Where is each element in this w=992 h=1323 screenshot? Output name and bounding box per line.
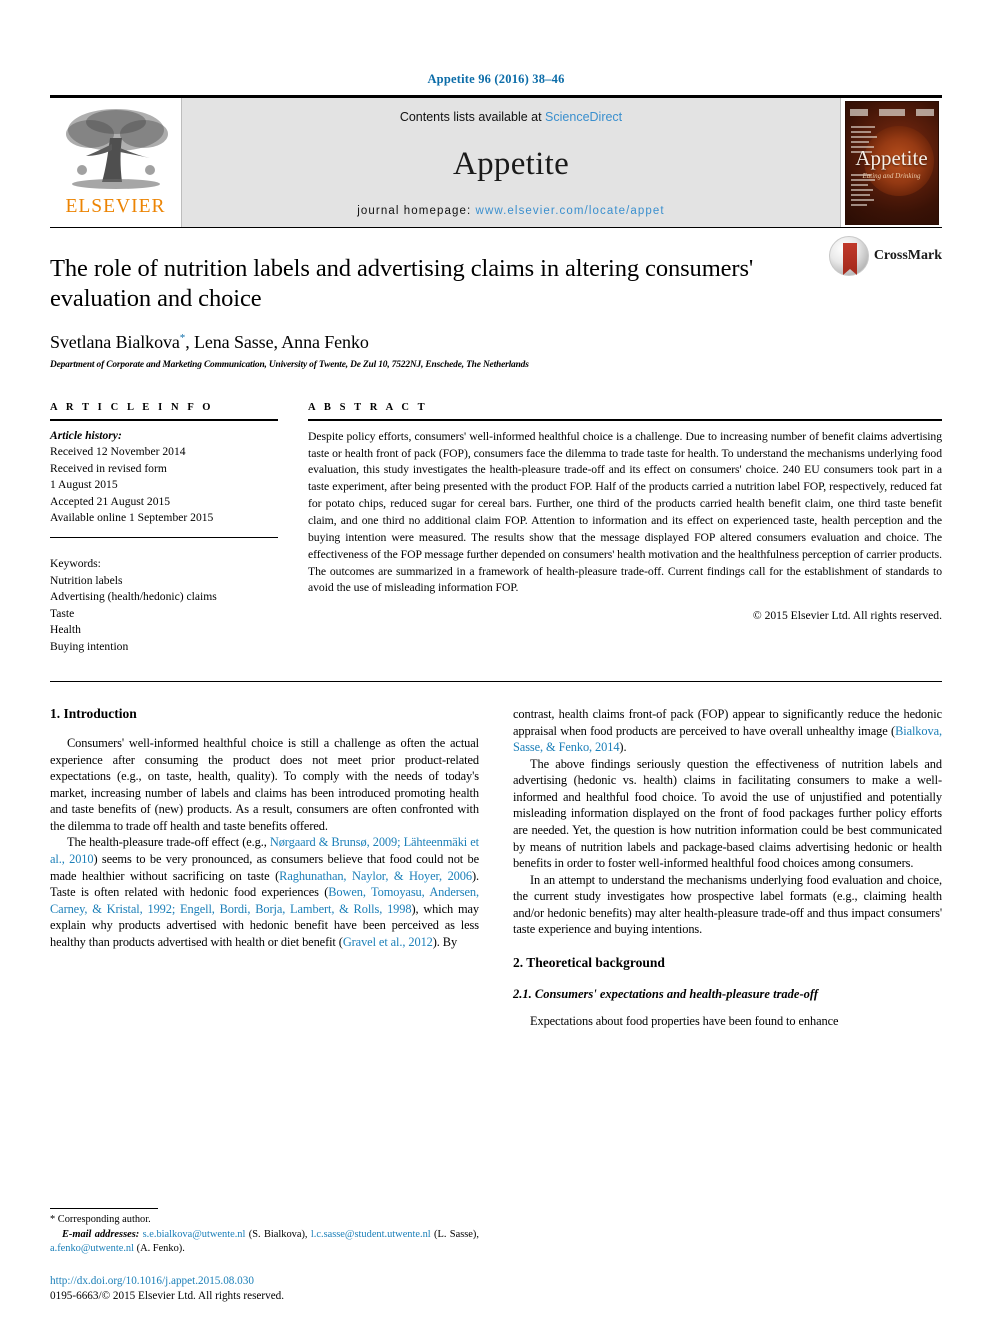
abstract-column: A B S T R A C T Despite policy efforts, …: [308, 402, 942, 655]
homepage-prefix: journal homepage:: [357, 205, 476, 217]
keyword-item: Buying intention: [50, 639, 129, 653]
journal-info-panel: Contents lists available at ScienceDirec…: [182, 98, 840, 227]
elsevier-logo: ELSEVIER: [50, 98, 182, 227]
sciencedirect-link[interactable]: ScienceDirect: [545, 110, 622, 124]
journal-masthead: ELSEVIER Contents lists available at Sci…: [50, 95, 942, 227]
email-link-bialkova[interactable]: s.e.bialkova@utwente.nl: [143, 1229, 246, 1240]
text-run: contrast, health claims front-of pack (F…: [513, 707, 942, 738]
paragraph: In an attempt to understand the mechanis…: [513, 872, 942, 937]
article-history-block: Article history: Received 12 November 20…: [50, 421, 278, 527]
journal-homepage-line: journal homepage: www.elsevier.com/locat…: [357, 205, 664, 217]
abstract-heading: A B S T R A C T: [308, 401, 428, 413]
cover-art: Appetite Eating and Drinking: [844, 100, 939, 225]
crossmark-label: CrossMark: [873, 248, 942, 263]
paragraph: The above findings seriously question th…: [513, 756, 942, 871]
section-heading-theoretical-background: 2. Theoretical background: [513, 954, 665, 970]
author-list: Svetlana Bialkova*, Lena Sasse, Anna Fen…: [50, 332, 822, 353]
paper-page: Appetite 96 (2016) 38–46 ELSEVIER Conten…: [0, 0, 992, 1323]
keyword-item: Nutrition labels: [50, 573, 123, 587]
crossmark-icon: [828, 236, 869, 276]
doi-link[interactable]: http://dx.doi.org/10.1016/j.appet.2015.0…: [50, 1273, 479, 1290]
title-block: CrossMark The role of nutrition labels a…: [50, 228, 942, 370]
history-item: Received 12 November 2014: [50, 445, 186, 459]
abstract-bottom-rule: [50, 681, 942, 683]
paragraph: contrast, health claims front-of pack (F…: [513, 706, 942, 756]
journal-cover-thumbnail: Appetite Eating and Drinking: [840, 98, 942, 227]
paragraph: Consumers' well-informed healthful choic…: [50, 736, 479, 833]
keyword-item: Taste: [50, 606, 75, 620]
history-item: Accepted 21 August 2015: [50, 494, 171, 508]
cover-journal-subtitle: Eating and Drinking: [862, 171, 921, 180]
footnote-rule: [50, 1208, 158, 1210]
keyword-item: Advertising (health/hedonic) claims: [50, 590, 217, 604]
journal-homepage-link[interactable]: www.elsevier.com/locate/appet: [476, 205, 665, 217]
footnote-block: * Corresponding author. E-mail addresses…: [50, 1208, 479, 1257]
running-head: Appetite 96 (2016) 38–46: [427, 72, 565, 86]
body-column-left: 1. Introduction Consumers' well-informed…: [50, 706, 479, 1126]
citation-link[interactable]: Raghunathan, Naylor, & Hoyer, 2006: [279, 869, 472, 883]
journal-title: Appetite: [452, 146, 570, 182]
contents-prefix: Contents lists available at: [399, 110, 546, 124]
body-column-right: contrast, health claims front-of pack (F…: [513, 706, 942, 1126]
email-addresses-note: E-mail addresses: s.e.bialkova@utwente.n…: [50, 1228, 479, 1255]
contents-available-line: Contents lists available at ScienceDirec…: [400, 110, 622, 124]
author-rest: , Lena Sasse, Anna Fenko: [185, 331, 369, 352]
text-run: ).: [619, 740, 627, 755]
crossmark-badge[interactable]: CrossMark: [828, 236, 942, 276]
cover-top-labels: [849, 106, 934, 120]
keywords-divider: [50, 537, 278, 539]
paragraph: Expectations about food properties have …: [530, 1013, 839, 1028]
page-title: The role of nutrition labels and adverti…: [50, 255, 754, 313]
affiliation: Department of Corporate and Marketing Co…: [50, 359, 529, 370]
email-addresses-label: E-mail addresses:: [62, 1228, 140, 1240]
info-abstract-region: A R T I C L E I N F O Article history: R…: [50, 402, 942, 655]
email-link-sasse[interactable]: l.c.sasse@student.utwente.nl: [311, 1229, 431, 1240]
history-item: Received in revised form: [50, 461, 167, 475]
email-link-fenko[interactable]: a.fenko@utwente.nl: [50, 1243, 134, 1254]
email-owner: (S. Bialkova): [248, 1228, 305, 1240]
keyword-item: Health: [50, 623, 81, 637]
abstract-text: Despite policy efforts, consumers' well-…: [308, 429, 942, 595]
issn-copyright: 0195-6663/© 2015 Elsevier Ltd. All right…: [50, 1290, 285, 1303]
paragraph: The health-pleasure trade-off effect (e.…: [50, 834, 479, 950]
abstract-copyright: © 2015 Elsevier Ltd. All rights reserved…: [752, 609, 942, 623]
author-first: Svetlana Bialkova: [50, 331, 180, 352]
doi-block: http://dx.doi.org/10.1016/j.appet.2015.0…: [50, 1273, 479, 1305]
citation-link[interactable]: Gravel et al., 2012: [343, 935, 433, 949]
history-item: Available online 1 September 2015: [50, 511, 214, 525]
elsevier-wordmark: ELSEVIER: [65, 196, 166, 217]
article-info-column: A R T I C L E I N F O Article history: R…: [50, 402, 278, 655]
corresponding-author-note: * Corresponding author.: [50, 1214, 151, 1226]
text-run: The health-pleasure trade-off effect (e.…: [67, 835, 270, 850]
section-heading-introduction: 1. Introduction: [50, 706, 137, 722]
article-history-label: Article history:: [50, 428, 122, 442]
cover-journal-title: Appetite: [855, 145, 928, 170]
subsection-heading-expectations: 2.1. Consumers' expectations and health-…: [513, 986, 818, 1001]
email-owner: (L. Sasse): [434, 1228, 477, 1240]
text-run: ). By: [432, 934, 458, 949]
history-item: 1 August 2015: [50, 478, 118, 492]
email-owner: (A. Fenko): [136, 1243, 183, 1255]
article-info-heading: A R T I C L E I N F O: [50, 401, 214, 413]
keywords-block: Keywords: Nutrition labels Advertising (…: [50, 549, 278, 655]
keywords-label: Keywords:: [50, 557, 101, 571]
body-columns: 1. Introduction Consumers' well-informed…: [50, 706, 942, 1126]
elsevier-tree-icon: [65, 109, 168, 189]
